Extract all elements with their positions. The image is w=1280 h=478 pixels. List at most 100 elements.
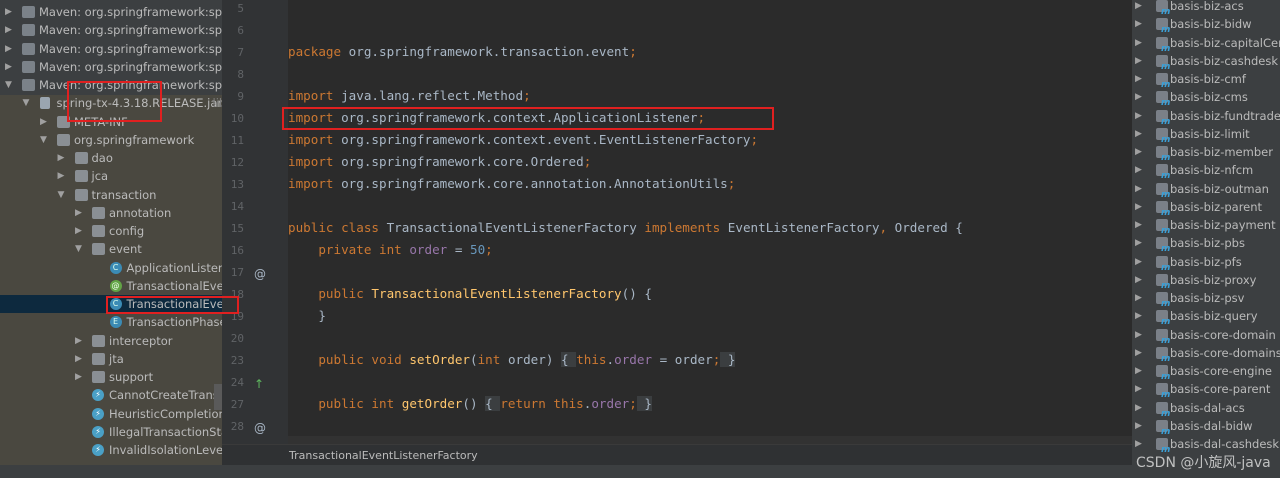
tree-item[interactable]: ⚡ InvalidIsolationLevelEx: [0, 441, 222, 459]
tree-item[interactable]: ⚡ IllegalTransactionState: [0, 423, 222, 441]
module-item[interactable]: ▶ basis-biz-psv: [1132, 289, 1280, 313]
tree-item[interactable]: ⚡ CannotCreateTransact: [0, 386, 222, 404]
collapsed-arrow-icon[interactable]: ▶: [1135, 271, 1142, 289]
module-item[interactable]: ▶ basis-core-domainser: [1132, 344, 1280, 368]
module-item[interactable]: ▶ basis-biz-bidw: [1132, 15, 1280, 39]
collapsed-arrow-icon[interactable]: ▶: [75, 332, 82, 350]
collapsed-arrow-icon[interactable]: ▶: [1135, 34, 1142, 52]
maven-module-icon: [1156, 54, 1170, 76]
module-item[interactable]: ▶ basis-biz-payment: [1132, 216, 1280, 240]
collapsed-arrow-icon[interactable]: ▶: [1135, 344, 1142, 362]
collapsed-arrow-icon[interactable]: ▶: [1135, 143, 1142, 161]
tree-item[interactable]: ▶ config: [0, 222, 222, 240]
module-item[interactable]: ▶ basis-biz-member: [1132, 143, 1280, 167]
collapsed-arrow-icon[interactable]: ▶: [1135, 362, 1142, 380]
module-item[interactable]: ▶ basis-biz-cmf: [1132, 70, 1280, 94]
collapsed-arrow-icon[interactable]: ▶: [1135, 0, 1142, 15]
expanded-arrow-icon[interactable]: ▼: [5, 76, 12, 94]
tree-item[interactable]: ▶ annotation: [0, 204, 222, 222]
collapsed-arrow-icon[interactable]: ▶: [1135, 307, 1142, 325]
tree-item[interactable]: ▼ org.springframework: [0, 131, 222, 149]
tree-item[interactable]: @ TransactionalEvent: [0, 277, 222, 295]
collapsed-arrow-icon[interactable]: ▶: [5, 40, 12, 58]
module-item[interactable]: ▶ basis-biz-capitalCert: [1132, 34, 1280, 58]
collapsed-arrow-icon[interactable]: ▶: [58, 167, 65, 185]
module-item[interactable]: ▶ basis-biz-cms: [1132, 88, 1280, 112]
collapsed-arrow-icon[interactable]: ▶: [5, 21, 12, 39]
tree-item[interactable]: ▶ Maven: org.springframework:spring-: [0, 58, 222, 76]
tree-item[interactable]: ▶ jta: [0, 350, 222, 368]
module-item[interactable]: ▶ basis-dal-acs: [1132, 399, 1280, 423]
collapsed-arrow-icon[interactable]: ▶: [1135, 161, 1142, 179]
tree-item[interactable]: ▶ dao: [0, 149, 222, 167]
override-marker-icon[interactable]: @: [254, 421, 266, 435]
module-item[interactable]: ▶ basis-biz-query: [1132, 307, 1280, 331]
module-item[interactable]: ▶ basis-biz-limit: [1132, 125, 1280, 149]
code-token: return this: [500, 396, 584, 411]
collapsed-arrow-icon[interactable]: ▶: [75, 368, 82, 386]
expanded-arrow-icon[interactable]: ▼: [58, 186, 65, 204]
collapsed-arrow-icon[interactable]: ▶: [75, 350, 82, 368]
module-item[interactable]: ▶ basis-biz-acs: [1132, 0, 1280, 21]
collapsed-arrow-icon[interactable]: ▶: [1135, 289, 1142, 307]
collapsed-arrow-icon[interactable]: ▶: [75, 204, 82, 222]
module-item[interactable]: ▶ basis-biz-fundtrade: [1132, 107, 1280, 131]
tree-item[interactable]: ▶ interceptor: [0, 332, 222, 350]
collapsed-arrow-icon[interactable]: ▶: [1135, 326, 1142, 344]
collapsed-arrow-icon[interactable]: ▶: [5, 3, 12, 21]
module-item[interactable]: ▶ basis-core-parent: [1132, 380, 1280, 404]
tree-item[interactable]: ▶ support: [0, 368, 222, 386]
collapsed-arrow-icon[interactable]: ▶: [1135, 234, 1142, 252]
breadcrumb-class[interactable]: TransactionalEventListenerFactory: [289, 449, 478, 462]
tree-item[interactable]: E TransactionPhase: [0, 313, 222, 331]
collapsed-arrow-icon[interactable]: ▶: [1135, 88, 1142, 106]
collapsed-arrow-icon[interactable]: ▶: [1135, 107, 1142, 125]
code-token: this: [576, 352, 607, 367]
tree-scrollbar[interactable]: [214, 384, 222, 410]
collapsed-arrow-icon[interactable]: ▶: [1135, 125, 1142, 143]
module-item[interactable]: ▶ basis-biz-proxy: [1132, 271, 1280, 295]
implements-marker-icon[interactable]: ↑: [254, 377, 264, 391]
collapsed-arrow-icon[interactable]: ▶: [1135, 216, 1142, 234]
module-item[interactable]: ▶ basis-core-domain: [1132, 326, 1280, 350]
collapsed-arrow-icon[interactable]: ▶: [1135, 198, 1142, 216]
module-item[interactable]: ▶ basis-core-engine: [1132, 362, 1280, 386]
collapsed-arrow-icon[interactable]: ▶: [1135, 417, 1142, 435]
module-item[interactable]: ▶ basis-biz-parent: [1132, 198, 1280, 222]
collapsed-arrow-icon[interactable]: ▶: [1135, 380, 1142, 398]
tree-item[interactable]: ▶ Maven: org.springframework:spring-: [0, 3, 222, 21]
override-marker-icon[interactable]: @: [254, 267, 266, 281]
module-item[interactable]: ▶ basis-biz-outman: [1132, 180, 1280, 204]
tree-item[interactable]: ▶ Maven: org.springframework:spring-: [0, 21, 222, 39]
tree-item[interactable]: ▼ event: [0, 240, 222, 258]
expanded-arrow-icon[interactable]: ▼: [75, 240, 82, 258]
tree-item[interactable]: C ApplicationListene: [0, 259, 222, 277]
collapsed-arrow-icon[interactable]: ▶: [1135, 15, 1142, 33]
tree-item[interactable]: ⚡ HeuristicCompletionEx: [0, 405, 222, 423]
expanded-arrow-icon[interactable]: ▼: [23, 94, 30, 112]
collapsed-arrow-icon[interactable]: ▶: [5, 58, 12, 76]
collapsed-arrow-icon[interactable]: ▶: [75, 222, 82, 240]
module-item[interactable]: ▶ basis-biz-nfcm: [1132, 161, 1280, 185]
breadcrumb[interactable]: TransactionalEventListenerFactory: [222, 444, 1132, 465]
collapsed-arrow-icon[interactable]: ▶: [1135, 399, 1142, 417]
collapsed-arrow-icon[interactable]: ▶: [58, 149, 65, 167]
module-item[interactable]: ▶ basis-biz-pbs: [1132, 234, 1280, 258]
tree-item[interactable]: ▼ transaction: [0, 186, 222, 204]
expanded-arrow-icon[interactable]: ▼: [40, 131, 47, 149]
collapsed-arrow-icon[interactable]: ▶: [40, 113, 47, 131]
module-item[interactable]: ▶ basis-dal-cashdesk: [1132, 435, 1280, 459]
module-item[interactable]: ▶ basis-biz-cashdesk: [1132, 52, 1280, 76]
module-item[interactable]: ▶ basis-dal-bidw: [1132, 417, 1280, 441]
collapsed-arrow-icon[interactable]: ▶: [1135, 435, 1142, 453]
collapsed-arrow-icon[interactable]: ▶: [1135, 70, 1142, 88]
code-line: package org.springframework.transaction.…: [288, 41, 637, 63]
tree-item[interactable]: ▶ jca: [0, 167, 222, 185]
collapsed-arrow-icon[interactable]: ▶: [1135, 253, 1142, 271]
module-item[interactable]: ▶ basis-biz-pfs: [1132, 253, 1280, 277]
maven-module-icon: [1156, 109, 1170, 131]
tree-item[interactable]: ▶ Maven: org.springframework:spring-: [0, 40, 222, 58]
collapsed-arrow-icon[interactable]: ▶: [1135, 52, 1142, 70]
collapsed-arrow-icon[interactable]: ▶: [1135, 180, 1142, 198]
tree-item-label: support: [109, 370, 154, 384]
